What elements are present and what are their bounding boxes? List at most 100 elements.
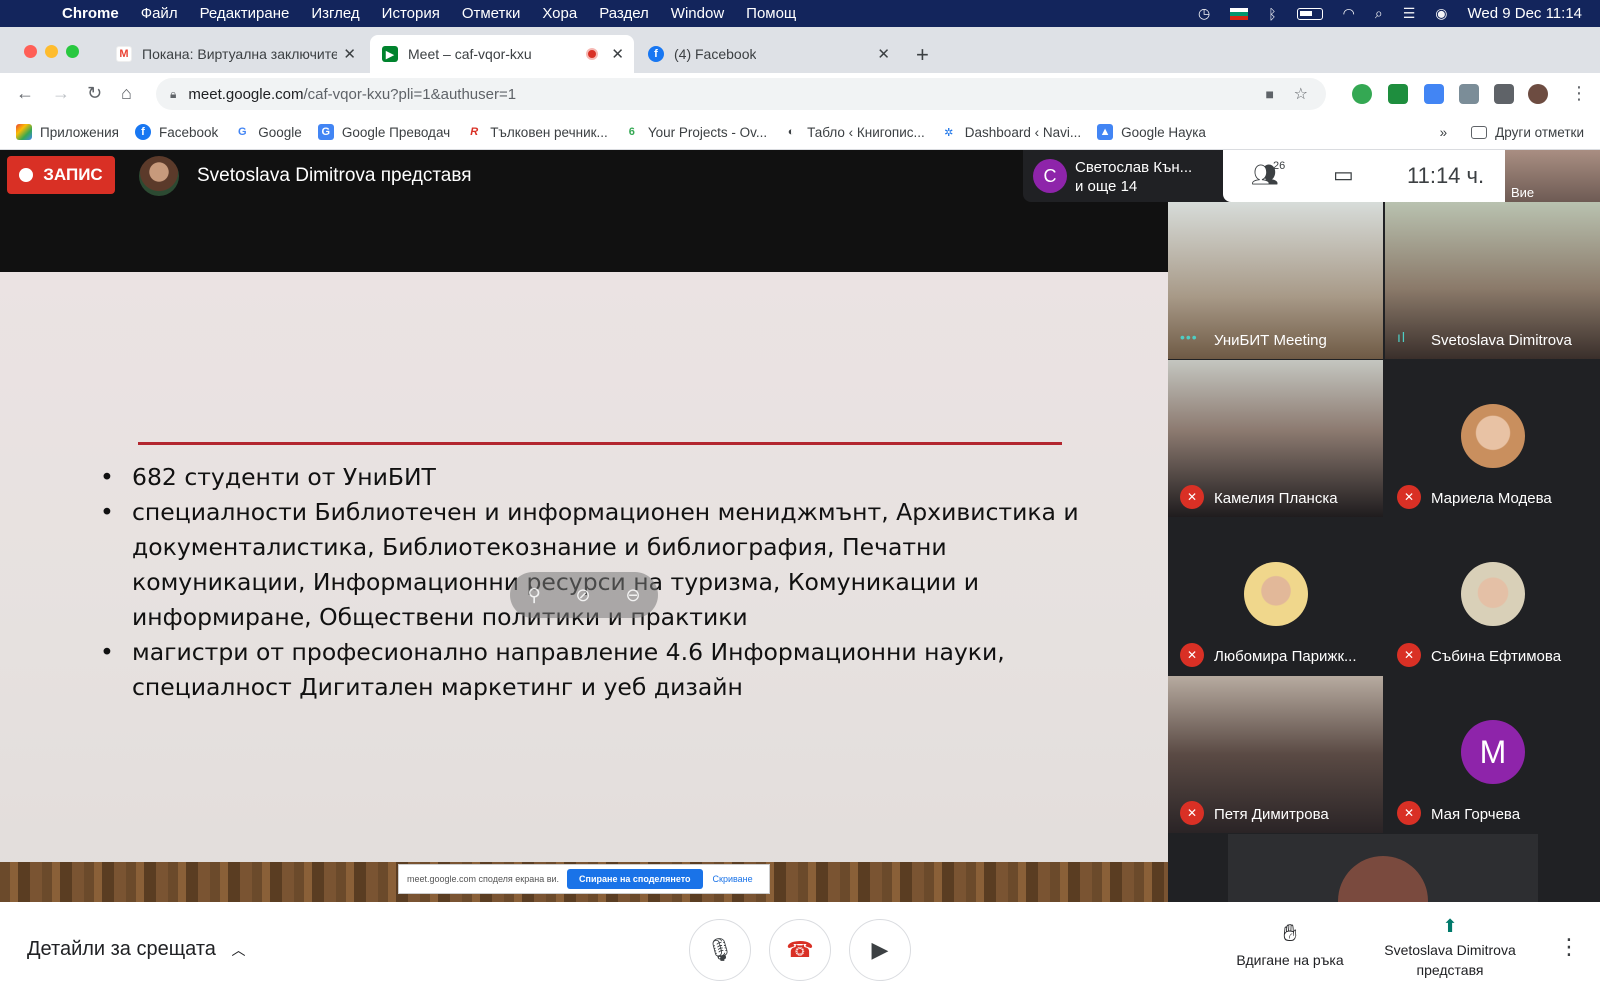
menu-help[interactable]: Помощ xyxy=(746,5,796,22)
bookmark-label: Dashboard ‹ Navi... xyxy=(964,124,1082,140)
menu-file[interactable]: Файл xyxy=(141,5,178,22)
menu-tab[interactable]: Раздел xyxy=(599,5,649,22)
tab-close-icon[interactable]: ✕ xyxy=(877,45,890,63)
more-options-icon[interactable]: ⋮ xyxy=(1558,934,1580,960)
url-host: meet.google.com xyxy=(188,85,304,103)
chrome-menu-icon[interactable]: ⋮ xyxy=(1570,83,1588,104)
bluetooth-icon[interactable]: ᛒ xyxy=(1268,6,1276,22)
docs-icon[interactable] xyxy=(1424,84,1444,104)
hang-up-icon: ☎︎ xyxy=(786,937,814,962)
menu-bar-clock[interactable]: Wed 9 Dec 11:14 xyxy=(1467,5,1582,22)
participant-avatar xyxy=(1338,856,1428,902)
bulgarian-flag-icon[interactable] xyxy=(1230,7,1249,20)
reload-icon[interactable]: ↻ xyxy=(87,83,102,104)
participant-tile[interactable]: ✕ Любомира Парижк... xyxy=(1168,518,1383,675)
window-close-icon[interactable] xyxy=(24,45,37,58)
meeting-details-toggle[interactable]: Детайли за срещата ︿ xyxy=(27,938,246,961)
self-view-tile[interactable]: Вие xyxy=(1505,150,1600,202)
mute-tile-icon[interactable]: ⊘ xyxy=(576,585,591,606)
spotlight-search-icon[interactable]: ⌕ xyxy=(1375,5,1383,22)
bookmark-label: Google xyxy=(258,124,302,140)
address-bar[interactable]: 🔒︎ meet.google.com /caf-vqor-kxu?pli=1&a… xyxy=(156,78,1326,110)
participant-name: УниБИТ Meeting xyxy=(1214,332,1327,349)
macos-menu-bar: Chrome Файл Редактиране Изглед История О… xyxy=(0,0,1600,27)
bookmark-your-projects[interactable]: 6 Your Projects - Ov... xyxy=(623,124,767,140)
back-icon[interactable]: ← xyxy=(16,83,34,104)
translate-icon: G xyxy=(317,124,334,140)
menu-view[interactable]: Изглед xyxy=(311,5,359,22)
bookmark-google-translate[interactable]: G Google Преводач xyxy=(317,124,450,140)
other-bookmarks[interactable]: Други отметки xyxy=(1471,125,1584,140)
participant-tile[interactable]: ✕ Събина Ефтимова xyxy=(1385,518,1600,675)
participant-avatar xyxy=(1461,562,1525,626)
active-speaker-chip[interactable]: С Светослав Кън... и още 14 xyxy=(1023,150,1223,202)
extension-stack-icon[interactable] xyxy=(1459,84,1479,104)
camera-icon[interactable]: ■ xyxy=(1266,86,1274,102)
participant-tile[interactable]: М ✕ Мая Горчева xyxy=(1385,676,1600,833)
record-badge[interactable]: ЗАПИС xyxy=(7,156,115,194)
scholar-icon: ▲ xyxy=(1097,124,1114,140)
presenting-button[interactable]: ⬆ Svetoslava Dimitrova представя xyxy=(1370,916,1530,980)
extension-green-icon[interactable] xyxy=(1352,84,1372,104)
wifi-icon[interactable]: ◠ xyxy=(1343,5,1355,22)
menu-edit[interactable]: Редактиране xyxy=(200,5,290,22)
stop-sharing-button[interactable]: Спиране на споделянето xyxy=(567,869,703,889)
google-icon: G xyxy=(234,124,251,140)
menu-app-name[interactable]: Chrome xyxy=(62,5,119,22)
pin-icon[interactable]: ⚲ xyxy=(527,585,540,606)
microphone-button[interactable]: 🎙︎ xyxy=(689,919,751,981)
bookmark-star-icon[interactable]: ☆ xyxy=(1294,84,1308,104)
participant-tile[interactable]: ✕ Мариела Модева xyxy=(1385,360,1600,517)
presenting-label: Svetoslava Dimitrova представя xyxy=(1384,942,1516,978)
bookmark-google[interactable]: G Google xyxy=(234,124,302,140)
profile-avatar-icon[interactable] xyxy=(1528,84,1548,104)
participant-tile[interactable] xyxy=(1228,834,1538,902)
new-tab-icon[interactable]: + xyxy=(916,42,929,68)
bookmark-knigopis[interactable]: ◐ Табло ‹ Книгопис... xyxy=(783,124,925,140)
lock-icon[interactable]: 🔒︎ xyxy=(170,87,176,102)
remove-tile-icon[interactable]: ⊖ xyxy=(625,585,640,606)
shared-slide[interactable]: 682 студенти от УниБИТ специалности Библ… xyxy=(0,272,1168,902)
bookmark-dashboard[interactable]: ✲ Dashboard ‹ Navi... xyxy=(940,124,1082,140)
forward-icon[interactable]: → xyxy=(52,83,70,104)
tab-close-icon[interactable]: ✕ xyxy=(343,45,356,63)
home-icon[interactable]: ⌂ xyxy=(121,83,132,104)
siri-icon[interactable]: ◉ xyxy=(1435,5,1447,22)
time-machine-icon[interactable]: ◷ xyxy=(1198,5,1210,22)
bookmark-label: Други отметки xyxy=(1495,124,1584,140)
menu-history[interactable]: История xyxy=(382,5,440,22)
chat-icon[interactable]: ▭ xyxy=(1333,162,1354,188)
extension-r-icon[interactable] xyxy=(1388,84,1408,104)
window-minimize-icon[interactable] xyxy=(45,45,58,58)
raise-hand-icon: ✋︎ xyxy=(1283,920,1297,947)
self-label: Вие xyxy=(1511,185,1535,200)
participant-tile[interactable]: ıl Svetoslava Dimitrova xyxy=(1385,202,1600,359)
record-label: ЗАПИС xyxy=(43,165,103,184)
tab-facebook[interactable]: f (4) Facebook ✕ xyxy=(636,35,900,73)
participant-tile[interactable]: ••• УниБИТ Meeting xyxy=(1168,202,1383,359)
menu-window[interactable]: Window xyxy=(671,5,724,22)
battery-icon[interactable] xyxy=(1296,7,1323,20)
bookmark-dictionary[interactable]: R Тълковен речник... xyxy=(466,124,608,140)
bookmarks-overflow-icon[interactable]: » xyxy=(1440,125,1448,140)
leave-call-button[interactable]: ☎︎ xyxy=(769,919,831,981)
bookmark-apps[interactable]: Приложения xyxy=(16,124,119,140)
tab-close-icon[interactable]: ✕ xyxy=(611,45,624,63)
camera-button[interactable]: ▶ xyxy=(849,919,911,981)
extensions-puzzle-icon[interactable] xyxy=(1494,84,1514,104)
window-zoom-icon[interactable] xyxy=(66,45,79,58)
menu-people[interactable]: Хора xyxy=(542,5,577,22)
tab-meet[interactable]: ▶ Meet – caf-vqor-kxu ✕ xyxy=(370,35,634,73)
bookmark-facebook[interactable]: f Facebook xyxy=(134,124,218,140)
control-center-icon[interactable]: ☰ xyxy=(1403,5,1416,22)
menu-bookmarks[interactable]: Отметки xyxy=(462,5,521,22)
participant-tile[interactable]: ✕ Камелия Планска xyxy=(1168,360,1383,517)
hide-share-notice-button[interactable]: Скриване xyxy=(713,874,753,884)
participant-name: Събина Ефтимова xyxy=(1431,648,1562,665)
bookmark-google-scholar[interactable]: ▲ Google Наука xyxy=(1097,124,1206,140)
raise-hand-button[interactable]: ✋︎ Вдигане на ръка xyxy=(1230,920,1350,968)
participant-tile[interactable]: ✕ Петя Димитрова xyxy=(1168,676,1383,833)
mic-off-icon: ✕ xyxy=(1397,801,1421,825)
participant-grid: ••• УниБИТ Meeting ıl Svetoslava Dimitro… xyxy=(1168,202,1600,902)
tab-gmail[interactable]: M Покана: Виртуална заключите ✕ xyxy=(104,35,366,73)
